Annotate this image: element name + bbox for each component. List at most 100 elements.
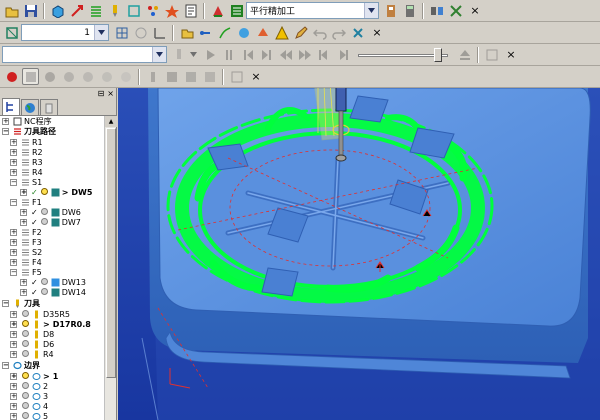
tree-node-active-tool[interactable]: + > D17R0.8 [10,319,91,329]
grid-icon[interactable] [113,24,130,41]
simulation-speed-slider[interactable] [358,47,448,63]
transform-icon[interactable] [447,2,464,19]
shade-icon[interactable] [254,24,271,41]
tab-explorer[interactable] [2,98,20,115]
tree-node-boundary[interactable]: +4 [10,401,48,411]
close-toolbar-icon[interactable]: × [370,26,384,40]
play-icon[interactable] [201,46,218,63]
nc-program-icon[interactable] [182,2,199,19]
viewmill-restore-icon[interactable] [182,68,199,85]
pattern-icon[interactable] [144,2,161,19]
tree-node-boundary[interactable]: +5 [10,411,48,420]
view-icon[interactable] [235,24,252,41]
layout-icon[interactable] [428,2,445,19]
tree-node-toolpath[interactable]: + F2 [10,227,42,237]
viewmill-compare-icon[interactable] [201,68,218,85]
close-toolbar-icon[interactable]: × [504,48,518,62]
properties-icon[interactable] [382,2,399,19]
simulation-options-icon[interactable] [483,46,500,63]
tree-node-tool[interactable]: + D6 [10,339,54,349]
undo-icon[interactable] [311,24,328,41]
tree-node-toolpath[interactable]: − F1 [10,197,42,207]
tree-node-nc-programs[interactable]: + NC程序 [2,116,52,126]
tree-node-toolpath[interactable]: − S1 [10,177,42,187]
rewind-icon[interactable] [277,46,294,63]
step-forward-icon[interactable] [258,46,275,63]
step-back-icon[interactable] [239,46,256,63]
viewmill-mode-icon[interactable] [22,68,39,85]
close-toolbar-icon[interactable]: × [468,4,482,18]
pause-icon[interactable] [220,46,237,63]
tab-globe[interactable] [21,99,39,115]
viewmill-shade-5-icon[interactable] [117,68,134,85]
save-icon[interactable] [22,2,39,19]
viewmill-cut-icon[interactable] [144,68,161,85]
snap-icon[interactable] [132,24,149,41]
tree-node-toolpath[interactable]: + R4 [10,167,43,177]
explorer-scrollbar[interactable]: ▲ [104,116,117,420]
simulation-path-combo[interactable] [2,46,167,63]
delete-icon[interactable] [349,24,366,41]
calculator-icon[interactable] [401,2,418,19]
workplane-icon[interactable] [3,24,20,41]
open-icon[interactable] [3,2,20,19]
tree-node-toolpath[interactable]: − F5 [10,267,42,277]
viewmill-options-icon[interactable] [228,68,245,85]
tree-node-active-boundary[interactable]: + >1 [10,371,58,381]
calculate-icon[interactable] [209,2,226,19]
link-icon[interactable] [197,24,214,41]
scroll-up-icon[interactable]: ▲ [105,116,117,127]
simulation-tool-icon[interactable] [170,46,187,63]
tree-node-toolpath[interactable]: + R2 [10,147,43,157]
feature-icon[interactable] [163,2,180,19]
viewmill-shade-3-icon[interactable] [79,68,96,85]
tree-node-tool[interactable]: + D8 [10,329,54,339]
scroll-thumb[interactable] [106,128,116,378]
tree-node-toolpaths[interactable]: − 刀具路径 [2,126,56,136]
warning-icon[interactable] [273,24,290,41]
strategy-combo-dropdown[interactable] [364,2,379,19]
tree-node-tool[interactable]: + D35R5 [10,309,70,319]
tree-node-toolpath[interactable]: + ✓ DW13 [20,277,86,287]
tree-node-toolpath[interactable]: + F3 [10,237,42,247]
viewmill-shade-2-icon[interactable] [60,68,77,85]
graphics-viewport[interactable] [118,88,600,420]
tree-node-toolpath[interactable]: + ✓ DW14 [20,287,86,297]
block-icon[interactable] [49,2,66,19]
tool-icon[interactable] [106,2,123,19]
strategy-combo[interactable]: 平行精加工 [246,2,366,19]
tree-node-tool[interactable]: + R4 [10,349,54,359]
count-combo[interactable]: 1 [21,24,109,41]
fast-forward-icon[interactable] [296,46,313,63]
viewmill-save-icon[interactable] [163,68,180,85]
strategy-list-icon[interactable] [228,2,245,19]
axis-icon[interactable] [151,24,168,41]
tree-node-active-toolpath[interactable]: + ✓ > DW5 [20,187,92,197]
rapid-move-icon[interactable] [68,2,85,19]
tree-node-toolpath[interactable]: + ✓ DW6 [20,207,81,217]
tree-node-toolpath[interactable]: + R1 [10,137,43,147]
close-explorer-icon[interactable]: × [107,89,114,98]
tree-node-toolpath[interactable]: + S2 [10,247,42,257]
close-toolbar-icon[interactable]: × [249,70,263,84]
toolpath-strategy-icon[interactable] [87,2,104,19]
tree-node-toolpath[interactable]: + F4 [10,257,42,267]
eject-icon[interactable] [456,46,473,63]
go-end-icon[interactable] [334,46,351,63]
tree-node-toolpath[interactable]: + ✓ DW7 [20,217,81,227]
pin-icon[interactable]: ⊟ [98,89,105,98]
viewmill-stop-icon[interactable] [3,68,20,85]
viewmill-shade-1-icon[interactable] [41,68,58,85]
redo-icon[interactable] [330,24,347,41]
go-start-icon[interactable] [315,46,332,63]
tree-node-toolpath[interactable]: + R3 [10,157,43,167]
pencil-icon[interactable] [292,24,309,41]
tree-node-tools[interactable]: − 刀具 [2,298,40,308]
tree-node-boundaries[interactable]: − 边界 [2,360,40,370]
tool-combo-dropdown[interactable] [188,46,200,63]
tab-recycle[interactable] [40,99,58,115]
viewmill-shade-4-icon[interactable] [98,68,115,85]
tree-node-boundary[interactable]: +2 [10,381,48,391]
edit-path-icon[interactable] [178,24,195,41]
leads-icon[interactable] [216,24,233,41]
